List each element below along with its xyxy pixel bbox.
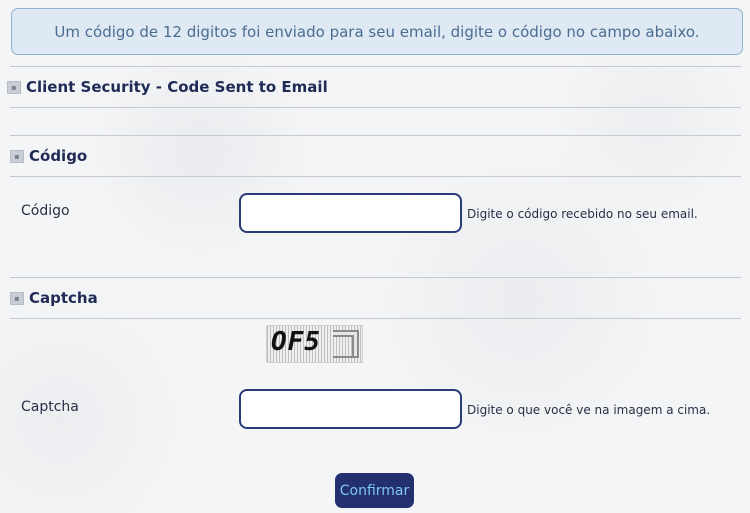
section-icon: ▪ xyxy=(7,80,21,94)
divider xyxy=(10,277,741,278)
captcha-label: Captcha xyxy=(21,399,79,415)
section-icon: ▪ xyxy=(10,291,24,305)
page-title-text: Client Security - Code Sent to Email xyxy=(26,78,328,96)
captcha-section-header: ▪ Captcha xyxy=(10,289,98,307)
codigo-input[interactable] xyxy=(239,193,462,233)
codigo-hint: Digite o código recebido no seu email. xyxy=(467,207,698,221)
divider xyxy=(10,318,741,319)
captcha-hint: Digite o que você ve na imagem a cima. xyxy=(467,403,711,417)
codigo-section-title: Código xyxy=(29,147,88,165)
divider xyxy=(10,66,741,67)
info-notice: Um código de 12 digitos foi enviado para… xyxy=(11,8,743,55)
captcha-image-text: OF5 xyxy=(271,327,321,357)
divider xyxy=(10,176,741,177)
notice-text: Um código de 12 digitos foi enviado para… xyxy=(54,22,700,41)
confirm-button[interactable]: Confirmar xyxy=(335,473,414,508)
codigo-section-header: ▪ Código xyxy=(10,147,87,165)
section-icon: ▪ xyxy=(10,149,24,163)
captcha-noise xyxy=(333,330,359,358)
captcha-section-title: Captcha xyxy=(29,289,98,307)
divider xyxy=(10,107,741,108)
captcha-image: OF5 xyxy=(266,325,363,363)
background-art xyxy=(0,0,750,513)
page-title: ▪ Client Security - Code Sent to Email xyxy=(7,78,328,96)
divider xyxy=(10,135,741,136)
codigo-label: Código xyxy=(21,203,70,219)
captcha-input[interactable] xyxy=(239,389,462,429)
